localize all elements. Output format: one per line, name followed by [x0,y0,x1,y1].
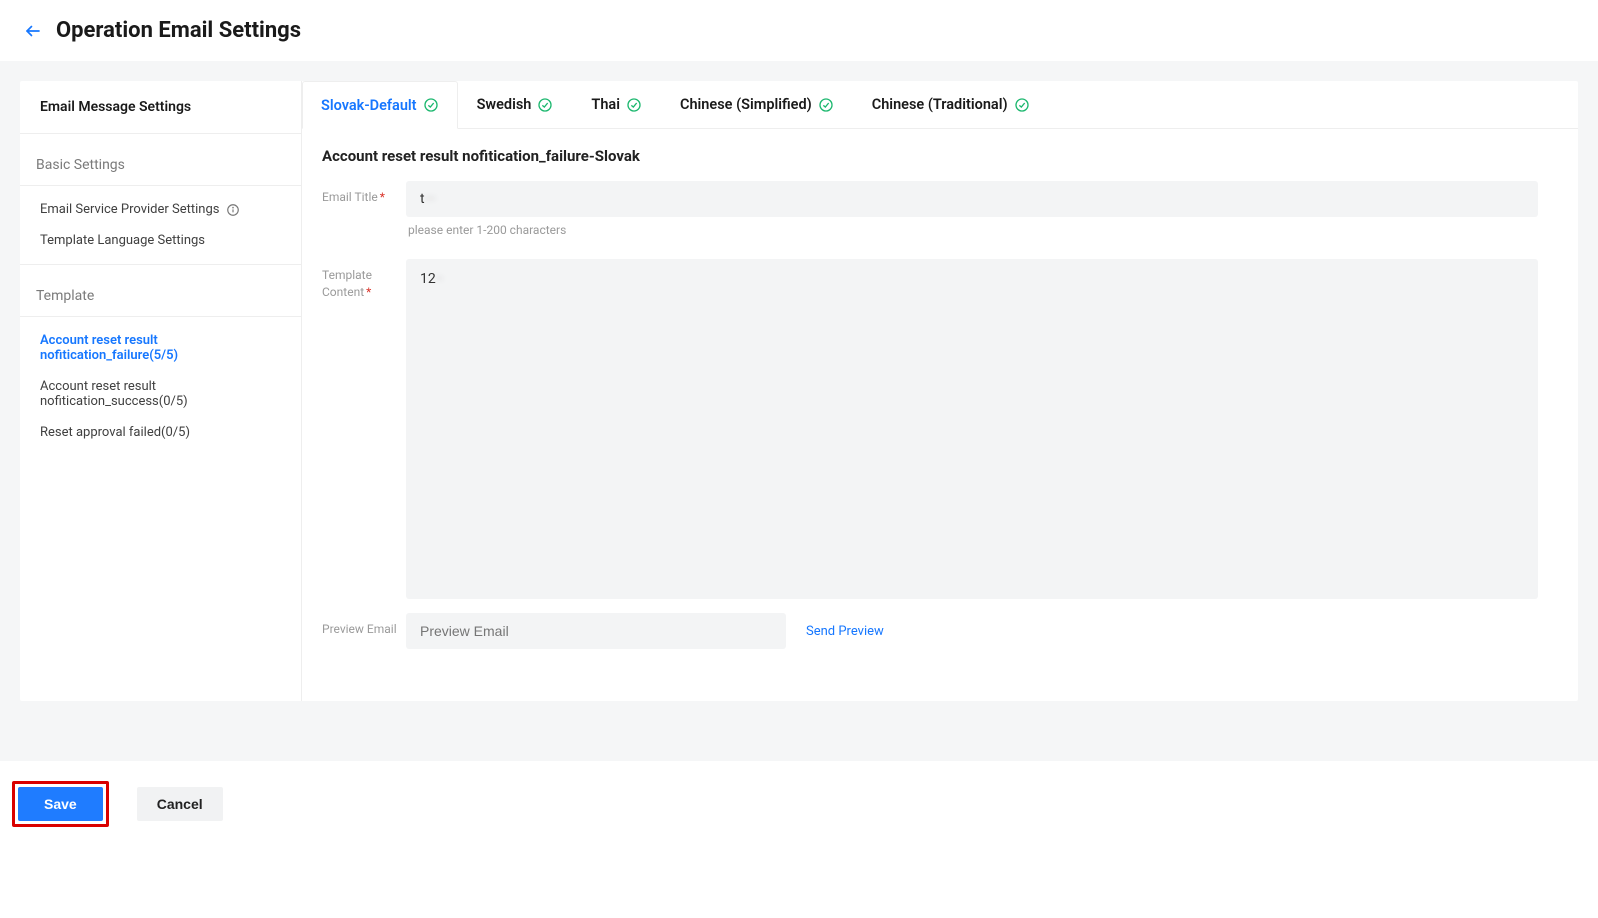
send-preview-link[interactable]: Send Preview [806,624,884,639]
tab-label: Slovak-Default [321,97,417,114]
check-circle-icon [818,97,834,113]
page-header: Operation Email Settings [0,0,1598,61]
form-section-title: Account reset result nofitication_failur… [302,129,1578,171]
content-area: Email Message Settings Basic Settings Em… [0,61,1598,761]
template-content-input[interactable]: 12·· [406,259,1538,599]
redacted-text: ·· [436,271,443,287]
check-circle-icon [537,97,553,113]
sidebar-item-label: Reset approval failed(0/5) [40,425,190,440]
email-title-hint: please enter 1-200 characters [406,217,1538,251]
sidebar-basic-list: Email Service Provider Settings Template… [20,186,301,265]
sidebar-item-template-success[interactable]: Account reset result nofitication_succes… [20,371,301,417]
email-title-input[interactable]: t··· [406,181,1538,217]
sidebar-item-label: Template Language Settings [40,233,205,248]
redacted-text: ··· [425,191,436,207]
tab-chinese-traditional[interactable]: Chinese (Traditional) [853,81,1049,128]
info-icon [226,203,240,217]
sidebar: Email Message Settings Basic Settings Em… [20,81,302,701]
main-panel: Email Message Settings Basic Settings Em… [20,81,1578,701]
tab-chinese-simplified[interactable]: Chinese (Simplified) [661,81,853,128]
sidebar-item-esp-settings[interactable]: Email Service Provider Settings [20,194,301,225]
sidebar-item-label: Account reset result nofitication_succes… [40,379,281,409]
tab-thai[interactable]: Thai [572,81,661,128]
sidebar-group-basic: Basic Settings [20,134,301,186]
row-preview-email: Preview Email Send Preview [322,613,1538,649]
page-title: Operation Email Settings [56,18,301,43]
save-button[interactable]: Save [18,787,103,821]
cancel-button[interactable]: Cancel [137,787,223,821]
highlight-box: Save [12,781,109,827]
sidebar-group-template: Template [20,265,301,317]
required-marker: * [380,190,385,204]
sidebar-item-template-lang[interactable]: Template Language Settings [20,225,301,256]
check-circle-icon [626,97,642,113]
check-circle-icon [423,97,439,113]
label-preview-email: Preview Email [322,613,406,649]
sidebar-item-label: Email Service Provider Settings [40,202,220,217]
check-circle-icon [1014,97,1030,113]
sidebar-item-template-reset-fail[interactable]: Reset approval failed(0/5) [20,417,301,448]
label-template-content: Template Content* [322,259,406,599]
back-icon[interactable] [24,22,42,40]
main-content: Slovak-Default Swedish Thai [302,81,1578,701]
template-form: Email Title* t··· please enter 1-200 cha… [302,171,1578,649]
sidebar-item-template-failure[interactable]: Account reset result nofitication_failur… [20,325,301,371]
preview-email-input[interactable] [406,613,786,649]
tab-swedish[interactable]: Swedish [458,81,573,128]
row-template-content: Template Content* 12·· [322,259,1538,599]
required-marker: * [366,285,371,299]
tab-label: Thai [591,96,620,113]
sidebar-item-label: Account reset result nofitication_failur… [40,333,281,363]
tab-label: Swedish [477,96,532,113]
tab-slovak[interactable]: Slovak-Default [302,81,458,129]
tab-label: Chinese (Simplified) [680,96,812,113]
row-email-title: Email Title* t··· please enter 1-200 cha… [322,181,1538,251]
tab-label: Chinese (Traditional) [872,96,1008,113]
sidebar-section-title: Email Message Settings [20,81,301,134]
sidebar-template-list: Account reset result nofitication_failur… [20,317,301,456]
label-email-title: Email Title* [322,181,406,251]
page-footer: Save Cancel [0,761,1598,847]
language-tabs: Slovak-Default Swedish Thai [302,81,1578,129]
